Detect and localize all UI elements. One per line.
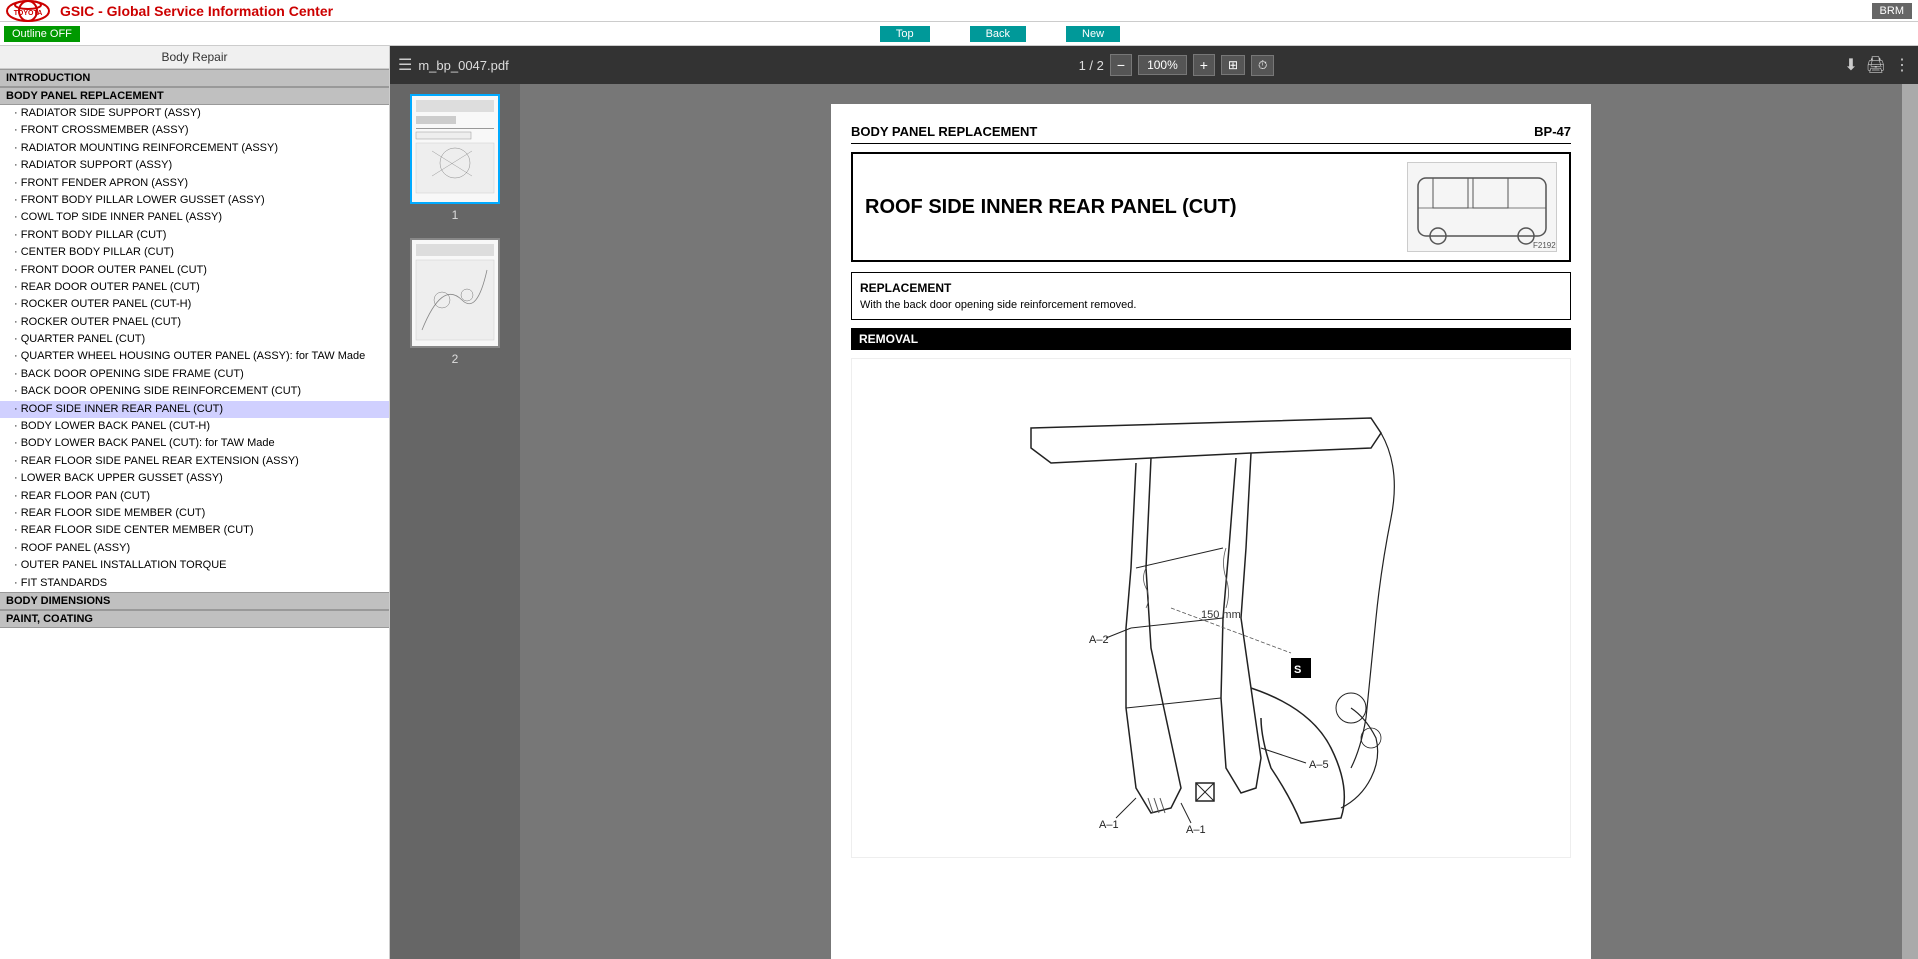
removal-header: REMOVAL xyxy=(851,328,1571,350)
sidebar-section-header-paint,-coating[interactable]: PAINT, COATING xyxy=(0,610,389,628)
svg-text:A–1: A–1 xyxy=(1186,824,1206,836)
sidebar-item[interactable]: · RADIATOR MOUNTING REINFORCEMENT (ASSY) xyxy=(0,140,389,157)
pdf-main-area[interactable]: BODY PANEL REPLACEMENT BP-47 ROOF SIDE I… xyxy=(520,84,1902,959)
sidebar-item[interactable]: · RADIATOR SUPPORT (ASSY) xyxy=(0,157,389,174)
thumbnail-2[interactable] xyxy=(410,238,500,348)
pdf-clock-button[interactable]: ⏱ xyxy=(1251,55,1274,76)
sidebar-title: Body Repair xyxy=(0,46,389,69)
pdf-toolbar-right: ⬇ 🖨 ⋮ xyxy=(1844,55,1910,75)
sidebar-item[interactable]: · ROCKER OUTER PANEL (CUT-H) xyxy=(0,296,389,313)
pdf-zoom-value: 100% xyxy=(1138,55,1187,75)
pdf-viewer: ☰ m_bp_0047.pdf 1 / 2 − 100% + ⊞ ⏱ ⬇ 🖨 ⋮ xyxy=(390,46,1918,959)
app-title: GSIC - Global Service Information Center xyxy=(60,3,1872,19)
sidebar-item[interactable]: · REAR DOOR OUTER PANEL (CUT) xyxy=(0,279,389,296)
sidebar-item[interactable]: · BACK DOOR OPENING SIDE FRAME (CUT) xyxy=(0,366,389,383)
app-header: TOYOTA GSIC - Global Service Information… xyxy=(0,0,1918,22)
body-area: Body Repair INTRODUCTIONBODY PANEL REPLA… xyxy=(0,46,1918,959)
sidebar-item[interactable]: · COWL TOP SIDE INNER PANEL (ASSY) xyxy=(0,209,389,226)
scrollbar[interactable] xyxy=(1902,84,1918,959)
sidebar-section-header-body-panel-replacement[interactable]: BODY PANEL REPLACEMENT xyxy=(0,87,389,105)
sidebar-item[interactable]: · REAR FLOOR SIDE PANEL REAR EXTENSION (… xyxy=(0,453,389,470)
thumb-container-2: 2 xyxy=(410,238,500,366)
thumb-num-1: 1 xyxy=(452,208,459,222)
sidebar-item[interactable]: · RADIATOR SIDE SUPPORT (ASSY) xyxy=(0,105,389,122)
pdf-print-button[interactable]: 🖨 xyxy=(1866,55,1886,75)
brm-badge: BRM xyxy=(1872,3,1912,19)
main-diagram-svg: S 150 mm A–1 A–1 xyxy=(951,368,1471,848)
sidebar-item[interactable]: · FRONT FENDER APRON (ASSY) xyxy=(0,175,389,192)
svg-text:150 mm: 150 mm xyxy=(1201,609,1241,621)
pdf-filename: m_bp_0047.pdf xyxy=(418,58,508,73)
sidebar-item[interactable]: · BACK DOOR OPENING SIDE REINFORCEMENT (… xyxy=(0,383,389,400)
pdf-more-button[interactable]: ⋮ xyxy=(1894,55,1910,75)
thumb-1-svg xyxy=(412,96,498,202)
nav-back-button[interactable]: Back xyxy=(970,26,1026,42)
pdf-menu-icon[interactable]: ☰ xyxy=(398,55,412,75)
sidebar-item[interactable]: · FRONT DOOR OUTER PANEL (CUT) xyxy=(0,262,389,279)
page-header-left: BODY PANEL REPLACEMENT xyxy=(851,124,1037,139)
section-diagram-thumb: F21920C xyxy=(1407,162,1557,252)
nav-top-button[interactable]: Top xyxy=(880,26,930,42)
pdf-toolbar-left: ☰ m_bp_0047.pdf xyxy=(398,55,509,75)
section-title-text: ROOF SIDE INNER REAR PANEL (CUT) xyxy=(865,196,1237,219)
thumb-2-svg xyxy=(412,240,498,346)
sidebar-item[interactable]: · REAR FLOOR PAN (CUT) xyxy=(0,488,389,505)
sidebar-items: INTRODUCTIONBODY PANEL REPLACEMENT· RADI… xyxy=(0,69,389,628)
pdf-download-button[interactable]: ⬇ xyxy=(1844,55,1857,75)
page-header-right: BP-47 xyxy=(1534,124,1571,139)
sidebar-item[interactable]: · BODY LOWER BACK PANEL (CUT-H) xyxy=(0,418,389,435)
sidebar-item[interactable]: · FRONT CROSSMEMBER (ASSY) xyxy=(0,122,389,139)
sidebar-item[interactable]: · LOWER BACK UPPER GUSSET (ASSY) xyxy=(0,470,389,487)
replacement-section: REPLACEMENT With the back door opening s… xyxy=(851,272,1571,320)
toyota-logo-svg: TOYOTA xyxy=(6,0,50,22)
section-title-box: ROOF SIDE INNER REAR PANEL (CUT) xyxy=(851,152,1571,262)
toyota-logo: TOYOTA xyxy=(6,0,50,22)
sidebar-item[interactable]: · CENTER BODY PILLAR (CUT) xyxy=(0,244,389,261)
outline-toggle-button[interactable]: Outline OFF xyxy=(4,26,80,42)
pdf-page-info: 1 / 2 xyxy=(1079,58,1104,73)
sidebar-item[interactable]: · OUTER PANEL INSTALLATION TORQUE xyxy=(0,557,389,574)
svg-text:F21920C: F21920C xyxy=(1533,241,1556,250)
main-toolbar: Outline OFF Top Back New xyxy=(0,22,1918,46)
replacement-text: With the back door opening side reinforc… xyxy=(860,299,1562,311)
pdf-page-current: 1 xyxy=(1079,58,1086,73)
sidebar-section-header-body-dimensions[interactable]: BODY DIMENSIONS xyxy=(0,592,389,610)
svg-text:S: S xyxy=(1294,664,1301,676)
pdf-page-total: 2 xyxy=(1097,58,1104,73)
pdf-page-sep: / xyxy=(1089,58,1096,73)
pdf-page: BODY PANEL REPLACEMENT BP-47 ROOF SIDE I… xyxy=(831,104,1591,959)
nav-new-button[interactable]: New xyxy=(1066,26,1120,42)
sidebar-item[interactable]: · QUARTER WHEEL HOUSING OUTER PANEL (ASS… xyxy=(0,348,389,365)
sidebar-item[interactable]: · FIT STANDARDS xyxy=(0,575,389,592)
sidebar-item[interactable]: · REAR FLOOR SIDE MEMBER (CUT) xyxy=(0,505,389,522)
sidebar-item[interactable]: · REAR FLOOR SIDE CENTER MEMBER (CUT) xyxy=(0,522,389,539)
sidebar-section-introduction[interactable]: INTRODUCTION xyxy=(0,69,389,87)
pdf-thumbnails: 1 2 xyxy=(390,84,520,959)
sidebar-item[interactable]: · FRONT BODY PILLAR LOWER GUSSET (ASSY) xyxy=(0,192,389,209)
sidebar: Body Repair INTRODUCTIONBODY PANEL REPLA… xyxy=(0,46,390,959)
section-thumb-svg: F21920C xyxy=(1408,163,1556,251)
replacement-label: REPLACEMENT xyxy=(860,281,1562,295)
sidebar-item[interactable]: · QUARTER PANEL (CUT) xyxy=(0,331,389,348)
svg-text:A–1: A–1 xyxy=(1099,819,1119,831)
diagram-area: S 150 mm A–1 A–1 xyxy=(851,358,1571,858)
pdf-content: 1 2 xyxy=(390,84,1918,959)
page-header: BODY PANEL REPLACEMENT BP-47 xyxy=(851,124,1571,144)
pdf-zoom-out-button[interactable]: − xyxy=(1110,54,1132,76)
pdf-zoom-in-button[interactable]: + xyxy=(1193,54,1215,76)
pdf-fit-page-button[interactable]: ⊞ xyxy=(1221,55,1245,75)
thumb-container-1: 1 xyxy=(410,94,500,222)
sidebar-item[interactable]: · FRONT BODY PILLAR (CUT) xyxy=(0,227,389,244)
svg-text:A–2: A–2 xyxy=(1089,634,1109,646)
svg-text:A–5: A–5 xyxy=(1309,759,1329,771)
thumbnail-1[interactable] xyxy=(410,94,500,204)
sidebar-item[interactable]: · BODY LOWER BACK PANEL (CUT): for TAW M… xyxy=(0,435,389,452)
sidebar-item[interactable]: · ROCKER OUTER PNAEL (CUT) xyxy=(0,314,389,331)
sidebar-item[interactable]: · ROOF PANEL (ASSY) xyxy=(0,540,389,557)
svg-text:TOYOTA: TOYOTA xyxy=(14,10,43,17)
pdf-toolbar-center: 1 / 2 − 100% + ⊞ ⏱ xyxy=(517,54,1837,76)
pdf-toolbar: ☰ m_bp_0047.pdf 1 / 2 − 100% + ⊞ ⏱ ⬇ 🖨 ⋮ xyxy=(390,46,1918,84)
sidebar-item[interactable]: · ROOF SIDE INNER REAR PANEL (CUT) xyxy=(0,401,389,418)
thumb-num-2: 2 xyxy=(452,352,459,366)
